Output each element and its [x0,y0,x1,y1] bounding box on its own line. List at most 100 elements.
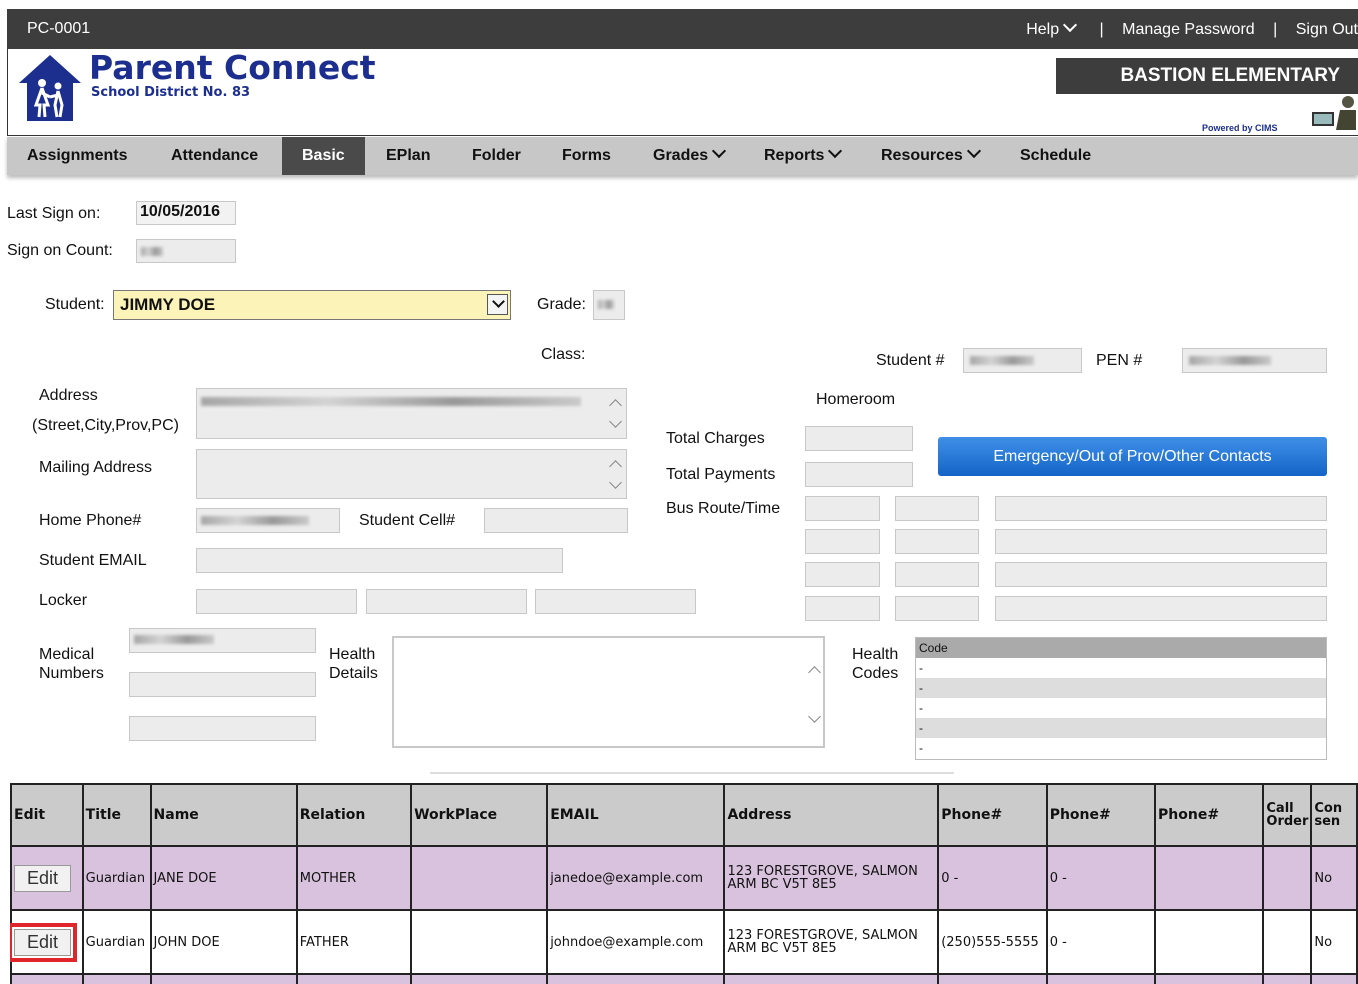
scroll-up-icon[interactable] [808,666,821,679]
address-label: Address [39,387,98,404]
address-sublabel: (Street,City,Prov,PC) [32,417,179,434]
phone-1-cell: 0 - [937,845,1048,911]
health-codes-list: Code - - - - - [915,637,1327,760]
edit-cell: Edit [10,845,84,911]
phone-2-cell: 0 - [1045,909,1157,975]
workplace-cell [410,845,549,911]
total-charges-label: Total Charges [666,430,765,447]
last-sign-value: 10/05/2016 [136,201,236,225]
bus-route-1 [805,496,880,521]
mailing-address-label: Mailing Address [39,459,152,476]
bus-info-3 [995,562,1327,587]
separator: | [1099,21,1104,38]
school-logo-icon [19,55,81,121]
address-cell [723,973,940,984]
manage-password-link[interactable]: Manage Password [1122,21,1255,39]
bus-route-4 [805,596,880,621]
tab-basic[interactable]: Basic [282,137,365,175]
workplace-cell [410,973,549,984]
consent-cell: No [1310,909,1358,975]
col-phone-3: Phone# [1154,783,1265,847]
scroll-down-icon[interactable] [609,415,622,428]
consent-cell: No [1310,845,1358,911]
phone-3-cell [1154,845,1265,911]
health-details-textarea[interactable] [392,636,825,748]
tab-assignments[interactable]: Assignments [7,137,147,175]
scroll-up-icon[interactable] [609,399,622,412]
page-code: PC-0001 [27,20,91,37]
mailing-address-textarea[interactable] [196,449,627,499]
sign-out-link[interactable]: Sign Out [1296,21,1358,39]
scroll-down-icon[interactable] [609,476,622,489]
chevron-down-icon [492,295,505,308]
address-cell: 123 FORESTGROVE, SALMON ARM BC V5T 8E5 [723,845,940,911]
locker-1 [196,589,357,614]
edit-cell: Edit [10,909,84,975]
district-name: School District No. 83 [91,85,251,100]
col-name: Name [149,783,298,847]
phone-1-cell [937,973,1048,984]
col-workplace: WorkPlace [410,783,549,847]
phone-2-cell [1045,973,1157,984]
tab-forms[interactable]: Forms [542,137,631,175]
school-name-banner: BASTION ELEMENTARY [1056,58,1358,94]
contacts-table-wrap: Edit Title Name Relation WorkPlace EMAIL… [10,783,1358,984]
student-cell-label: Student Cell# [359,512,456,529]
address-textarea[interactable] [196,388,627,439]
medical-number-1 [129,628,316,653]
table-row [10,973,1358,984]
title-cell [81,973,152,984]
home-phone-value [196,508,340,533]
medical-label-2: Numbers [39,665,104,682]
workplace-cell [410,909,549,975]
emergency-contacts-button[interactable]: Emergency/Out of Prov/Other Contacts [938,437,1327,476]
bus-time-2 [895,529,979,554]
bus-info-4 [995,596,1327,621]
student-selected-value: JIMMY DOE [120,295,216,314]
dropdown-arrow-icon[interactable] [487,294,508,315]
bus-time-1 [895,496,979,521]
help-menu[interactable]: Help [1026,17,1081,39]
student-select[interactable]: JIMMY DOE [113,290,511,320]
col-phone-1: Phone# [937,783,1048,847]
col-call-order: Call Order [1262,783,1313,847]
edit-cell [10,973,84,984]
health-codes-label: Health [852,646,899,663]
class-label: Class: [541,346,586,363]
bus-info-2 [995,529,1327,554]
total-payments-label: Total Payments [666,466,776,483]
title-cell: Guardian [81,845,152,911]
scroll-up-icon[interactable] [609,460,622,473]
bus-info-1 [995,496,1327,521]
phone-1-cell: (250)555-5555 [937,909,1048,975]
call-order-cell [1262,909,1313,975]
chevron-down-icon [828,143,843,159]
phone-3-cell [1154,909,1265,975]
medical-label: Medical [39,646,95,663]
scroll-down-icon[interactable] [808,710,821,723]
student-email-label: Student EMAIL [39,552,147,569]
edit-button[interactable]: Edit [10,922,78,962]
col-email: EMAIL [546,783,726,847]
address-cell: 123 FORESTGROVE, SALMON ARM BC V5T 8E5 [723,909,940,975]
call-order-cell [1262,973,1313,984]
call-order-cell [1262,845,1313,911]
tab-attendance[interactable]: Attendance [151,137,278,175]
bus-route-2 [805,529,880,554]
tab-reports[interactable]: Reports [744,137,866,175]
sign-count-label: Sign on Count: [7,242,113,259]
total-charges-value [805,426,913,451]
bus-route-3 [805,562,880,587]
tab-folder[interactable]: Folder [452,137,541,175]
consent-cell [1310,973,1358,984]
edit-button[interactable]: Edit [14,864,72,892]
student-label: Student: [45,296,105,313]
list-item: - [916,678,1326,698]
homeroom-label: Homeroom [816,391,896,408]
locker-2 [366,589,527,614]
tab-resources[interactable]: Resources [861,137,1005,175]
pen-value [1182,348,1327,373]
tab-schedule[interactable]: Schedule [1000,137,1111,175]
tab-grades[interactable]: Grades [633,137,750,175]
tab-eplan[interactable]: EPlan [366,137,450,175]
